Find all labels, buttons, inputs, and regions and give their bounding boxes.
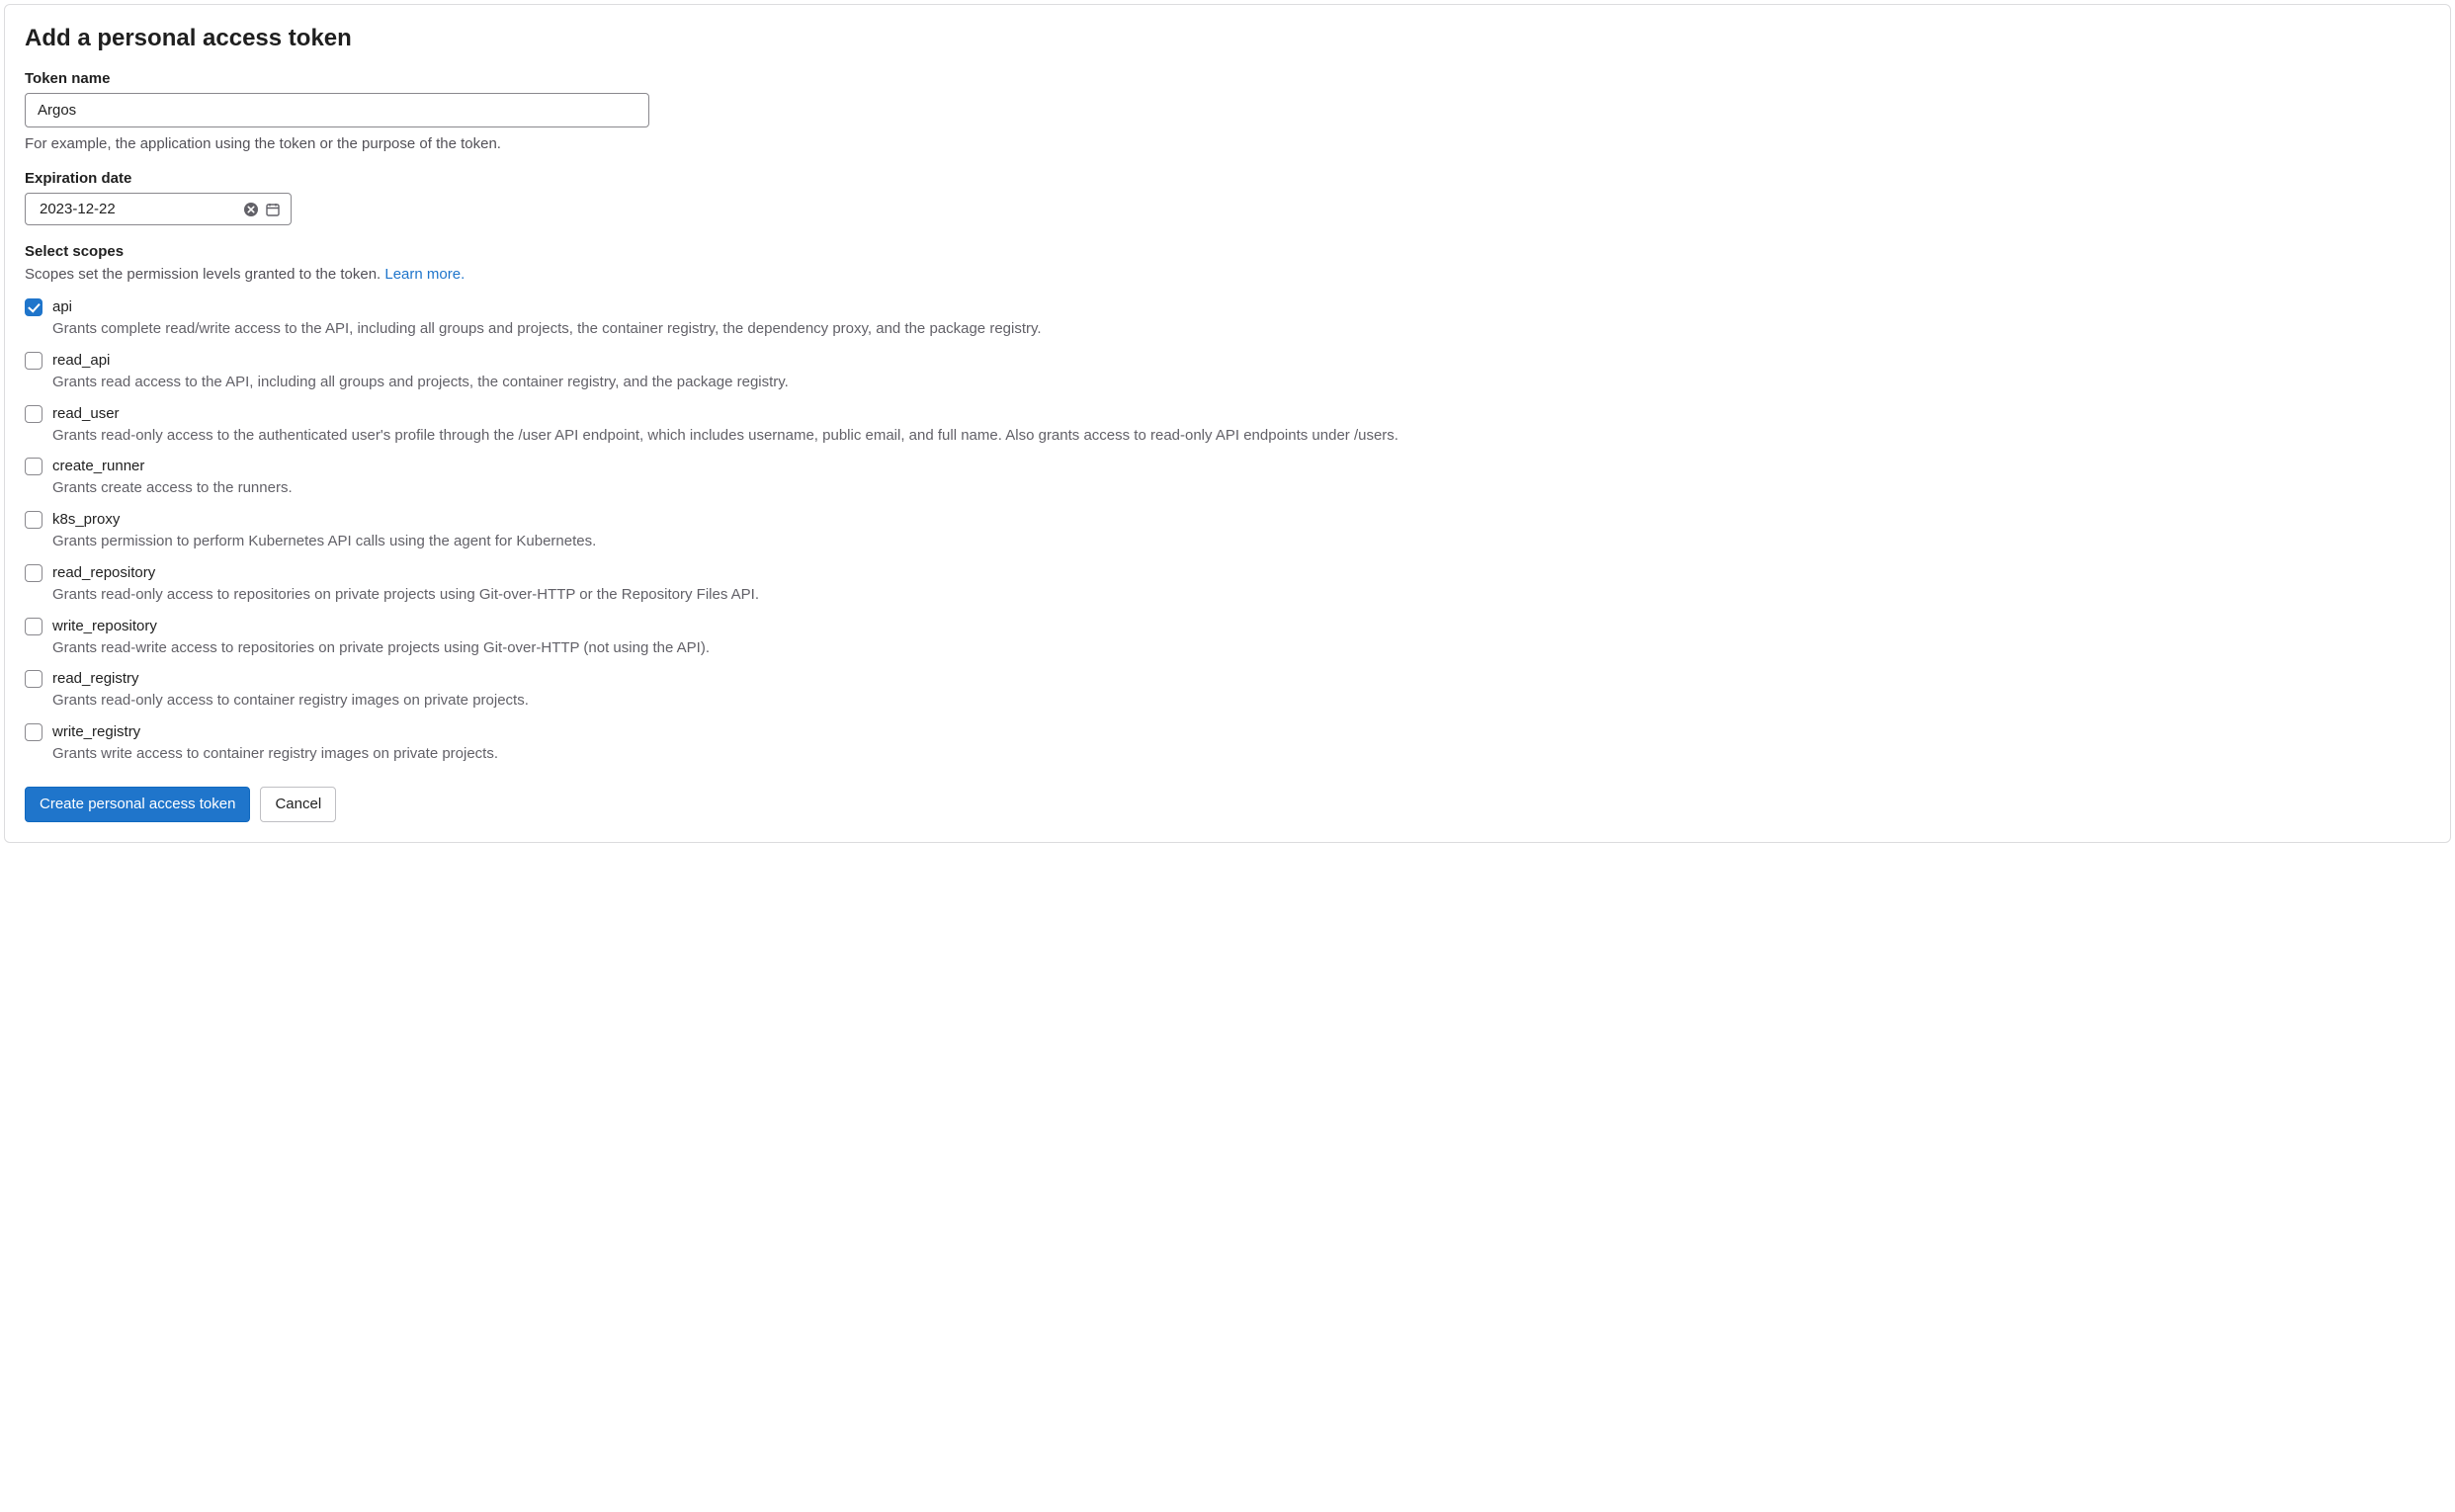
scope-name-write_registry[interactable]: write_registry <box>52 721 2430 742</box>
token-name-help: For example, the application using the t… <box>25 135 2430 152</box>
scope-desc-create_runner: Grants create access to the runners. <box>52 477 2430 499</box>
scope-name-read_api[interactable]: read_api <box>52 350 2430 371</box>
scope-list: apiGrants complete read/write access to … <box>25 296 2430 765</box>
token-name-input[interactable] <box>25 93 649 127</box>
expiration-date-field[interactable] <box>25 193 292 225</box>
scope-checkbox-read_repository[interactable] <box>25 564 42 582</box>
scope-item-k8s_proxy: k8s_proxyGrants permission to perform Ku… <box>25 509 2430 552</box>
scope-desc-api: Grants complete read/write access to the… <box>52 318 2430 340</box>
scope-checkbox-write_repository[interactable] <box>25 618 42 635</box>
calendar-icon[interactable] <box>265 202 281 217</box>
button-row: Create personal access token Cancel <box>25 787 2430 823</box>
scope-item-write_repository: write_repositoryGrants read-write access… <box>25 616 2430 659</box>
cancel-button[interactable]: Cancel <box>260 787 336 823</box>
scope-desc-read_registry: Grants read-only access to container reg… <box>52 690 2430 712</box>
scopes-section: Select scopes Scopes set the permission … <box>25 243 2430 765</box>
scope-checkbox-create_runner[interactable] <box>25 458 42 475</box>
scope-desc-write_registry: Grants write access to container registr… <box>52 743 2430 765</box>
scope-checkbox-write_registry[interactable] <box>25 723 42 741</box>
scopes-description: Scopes set the permission levels granted… <box>25 266 2430 283</box>
token-name-label: Token name <box>25 70 2430 87</box>
expiration-section: Expiration date <box>25 170 2430 225</box>
scope-item-write_registry: write_registryGrants write access to con… <box>25 721 2430 765</box>
scope-checkbox-read_registry[interactable] <box>25 670 42 688</box>
scope-item-api: apiGrants complete read/write access to … <box>25 296 2430 340</box>
scope-name-create_runner[interactable]: create_runner <box>52 456 2430 476</box>
scope-name-read_repository[interactable]: read_repository <box>52 562 2430 583</box>
expiration-date-input[interactable] <box>38 200 243 218</box>
scope-desc-read_api: Grants read access to the API, including… <box>52 372 2430 393</box>
expiration-label: Expiration date <box>25 170 2430 187</box>
scope-item-create_runner: create_runnerGrants create access to the… <box>25 456 2430 499</box>
scope-checkbox-read_api[interactable] <box>25 352 42 370</box>
scope-desc-k8s_proxy: Grants permission to perform Kubernetes … <box>52 531 2430 552</box>
clear-date-icon[interactable] <box>243 202 259 217</box>
scope-item-read_registry: read_registryGrants read-only access to … <box>25 668 2430 712</box>
scope-item-read_repository: read_repositoryGrants read-only access t… <box>25 562 2430 606</box>
scope-checkbox-read_user[interactable] <box>25 405 42 423</box>
scope-name-read_user[interactable]: read_user <box>52 403 2430 424</box>
page-title: Add a personal access token <box>25 25 2430 52</box>
scope-name-write_repository[interactable]: write_repository <box>52 616 2430 636</box>
scope-name-api[interactable]: api <box>52 296 2430 317</box>
scope-desc-write_repository: Grants read-write access to repositories… <box>52 637 2430 659</box>
create-token-button[interactable]: Create personal access token <box>25 787 250 823</box>
token-name-section: Token name For example, the application … <box>25 70 2430 152</box>
scope-item-read_api: read_apiGrants read access to the API, i… <box>25 350 2430 393</box>
scope-desc-read_user: Grants read-only access to the authentic… <box>52 425 2430 447</box>
add-token-panel: Add a personal access token Token name F… <box>4 4 2451 843</box>
scope-checkbox-k8s_proxy[interactable] <box>25 511 42 529</box>
scope-name-read_registry[interactable]: read_registry <box>52 668 2430 689</box>
scopes-label: Select scopes <box>25 243 2430 260</box>
scope-checkbox-api[interactable] <box>25 298 42 316</box>
learn-more-link[interactable]: Learn more. <box>384 266 465 283</box>
scope-desc-read_repository: Grants read-only access to repositories … <box>52 584 2430 606</box>
scope-item-read_user: read_userGrants read-only access to the … <box>25 403 2430 447</box>
scope-name-k8s_proxy[interactable]: k8s_proxy <box>52 509 2430 530</box>
